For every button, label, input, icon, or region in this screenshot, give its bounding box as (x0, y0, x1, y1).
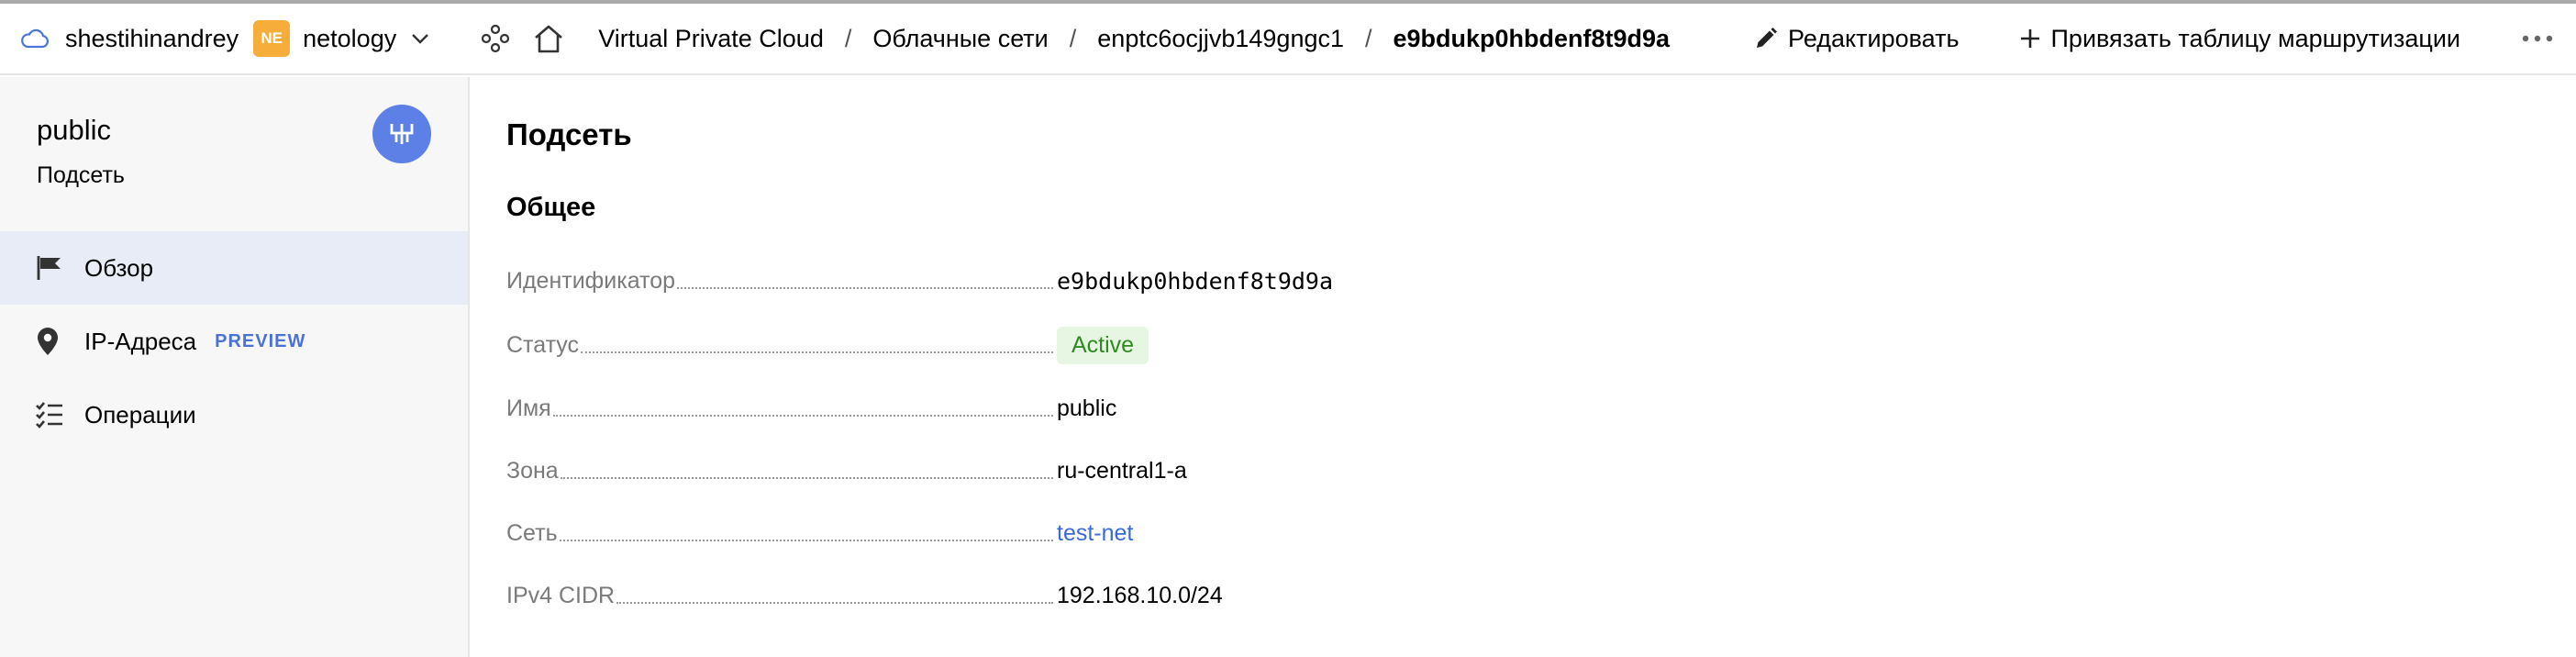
field-label: IPv4 CIDR (506, 582, 616, 608)
status-badge: Active (1057, 326, 1149, 364)
top-header: shestihinandrey NE netology Virtual Priv… (0, 4, 2576, 75)
breadcrumb-vpc[interactable]: Virtual Private Cloud (598, 25, 824, 53)
breadcrumb-separator: / (1365, 24, 1372, 52)
home-icon[interactable] (532, 23, 569, 54)
bind-route-table-button[interactable]: Привязать таблицу маршрутизации (2018, 25, 2460, 53)
breadcrumb: Virtual Private Cloud / Облачные сети / … (598, 25, 1670, 53)
sidebar-item-ip-addresses[interactable]: IP-Адреса PREVIEW (0, 305, 468, 378)
field-row-status: Статус Active (506, 326, 1607, 364)
plus-icon (2020, 29, 2039, 48)
map-pin-icon (35, 326, 66, 357)
resource-type: Подсеть (37, 162, 125, 188)
org-name[interactable]: netology (303, 25, 396, 53)
field-value-zone: ru-central1-a (1057, 457, 1187, 484)
account-name[interactable]: shestihinandrey (65, 25, 239, 53)
chevron-down-icon[interactable] (409, 31, 435, 46)
edit-button[interactable]: Редактировать (1753, 25, 1960, 53)
breadcrumb-separator: / (844, 24, 852, 52)
sidebar-item-operations[interactable]: Операции (0, 378, 468, 451)
sidebar: public Подсеть Обзор IP-Адреса PREVIEW О… (0, 77, 470, 657)
resource-name: public (37, 114, 111, 146)
page-title: Подсеть (506, 117, 632, 151)
breadcrumb-cloud-networks[interactable]: Облачные сети (872, 25, 1048, 53)
field-label: Сеть (506, 519, 558, 546)
org-badge[interactable]: NE (253, 20, 291, 57)
breadcrumb-separator: / (1069, 24, 1077, 52)
field-row-network: Сеть test-net (506, 515, 1607, 551)
checklist-icon (35, 401, 66, 429)
field-value-id: e9bdukp0hbdenf8t9d9a (1057, 267, 1334, 295)
sidebar-item-label: IP-Адреса (84, 327, 197, 355)
flag-icon (35, 254, 66, 282)
section-title: Общее (506, 193, 596, 222)
field-label: Статус (506, 331, 580, 358)
field-row-zone: Зона ru-central1-a (506, 452, 1607, 489)
field-value-cidr: 192.168.10.0/24 (1057, 582, 1223, 608)
network-link[interactable]: test-net (1057, 520, 1133, 547)
pencil-icon (1757, 28, 1777, 48)
field-label: Имя (506, 395, 551, 421)
more-options-icon[interactable] (2519, 34, 2556, 43)
sidebar-item-overview[interactable]: Обзор (0, 231, 468, 305)
breadcrumb-network-id[interactable]: enptc6ocjjvb149gngc1 (1097, 25, 1344, 53)
subnet-icon (372, 105, 431, 163)
edit-label: Редактировать (1788, 24, 1960, 52)
field-row-id: Идентификатор e9bdukp0hbdenf8t9d9a (506, 262, 1607, 299)
field-label: Идентификатор (506, 267, 676, 294)
sidebar-item-label: Обзор (84, 253, 154, 282)
sidebar-item-label: Операции (84, 400, 196, 429)
field-row-name: Имя public (506, 390, 1607, 427)
bind-route-table-label: Привязать таблицу маршрутизации (2050, 24, 2460, 52)
breadcrumb-subnet-id: e9bdukp0hbdenf8t9d9a (1393, 24, 1671, 52)
cloud-icon[interactable] (20, 23, 51, 54)
field-value-name: public (1057, 395, 1117, 421)
preview-badge: PREVIEW (215, 330, 306, 351)
services-icon[interactable] (481, 24, 512, 53)
field-label: Зона (506, 457, 559, 484)
field-row-cidr: IPv4 CIDR 192.168.10.0/24 (506, 577, 1607, 614)
